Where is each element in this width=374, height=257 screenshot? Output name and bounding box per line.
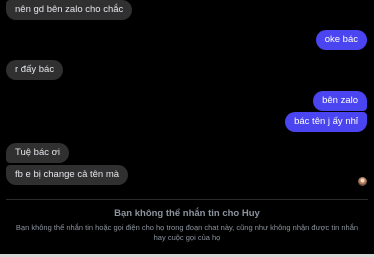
message-bubble-outgoing[interactable]: bác tên j ấy nhỉ	[285, 112, 367, 132]
message-bubble-incoming[interactable]: r đấy bác	[6, 60, 64, 80]
message-bubble-outgoing[interactable]: oke bác	[315, 30, 367, 50]
blocked-notice-title: Bạn không thể nhắn tin cho Huy	[114, 208, 260, 219]
blocked-notice-body: Bạn không thể nhắn tin hoặc gọi điện cho…	[15, 223, 359, 242]
message-bubble-incoming[interactable]: Tuệ bác ơi	[6, 143, 69, 163]
chat-window: nên gd bên zalo cho chắc oke bác r đấy b…	[0, 0, 374, 257]
message-thread[interactable]: nên gd bên zalo cho chắc oke bác r đấy b…	[0, 0, 374, 196]
message-bubble-outgoing[interactable]: bên zalo	[313, 91, 367, 111]
avatar-seen-icon	[358, 177, 367, 186]
message-bubble-incoming[interactable]: fb e bị change cả tên mà	[6, 165, 129, 185]
blocked-notice: Bạn không thể nhắn tin cho Huy Bạn không…	[0, 205, 374, 243]
message-bubble-incoming[interactable]: nên gd bên zalo cho chắc	[6, 0, 133, 20]
divider	[6, 199, 368, 200]
